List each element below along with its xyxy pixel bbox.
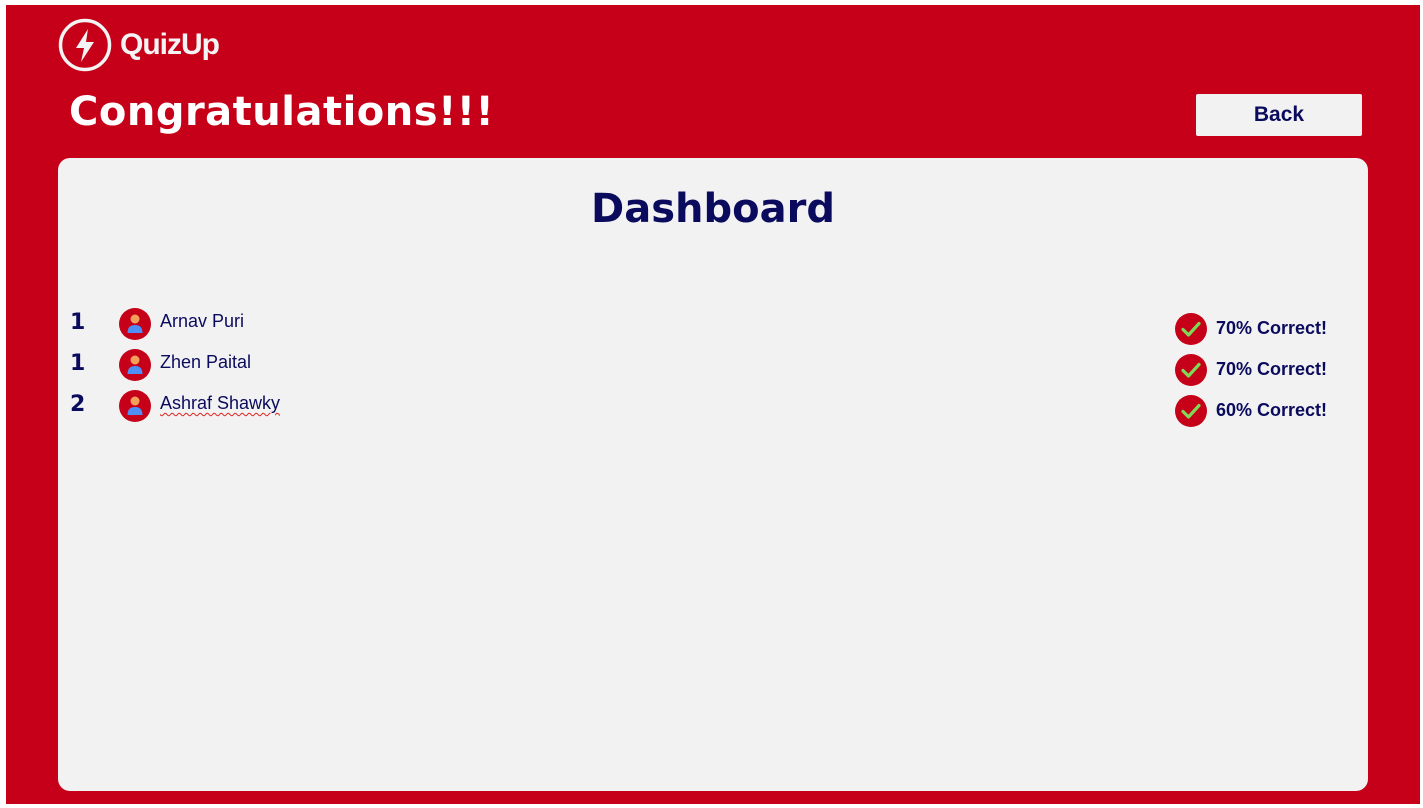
lightning-bolt-icon	[58, 18, 112, 72]
back-button[interactable]: Back	[1196, 94, 1362, 136]
dashboard-panel: Dashboard 1 Arnav Puri 70% Correct! 1 Zh…	[58, 158, 1368, 791]
congratulations-heading: Congratulations!!!	[69, 89, 495, 135]
checkmark-icon	[1175, 354, 1207, 386]
app-window: QuizUp Congratulations!!! Back Dashboard…	[6, 5, 1420, 804]
user-avatar-icon	[119, 390, 151, 422]
player-rank: 2	[70, 392, 86, 417]
quizup-logo[interactable]: QuizUp	[58, 18, 220, 72]
player-name: Ashraf Shawky	[160, 393, 281, 413]
user-avatar-icon	[119, 308, 151, 340]
player-score: 70% Correct!	[1216, 318, 1328, 338]
player-score: 60% Correct!	[1216, 400, 1328, 420]
player-rank: 1	[70, 351, 86, 376]
player-score: 70% Correct!	[1216, 359, 1328, 379]
leaderboard-row: 1 Arnav Puri 70% Correct!	[58, 308, 1368, 345]
leaderboard-row: 2 Ashraf Shawky 60% Correct!	[58, 390, 1368, 427]
player-name: Arnav Puri	[160, 311, 245, 331]
checkmark-icon	[1175, 395, 1207, 427]
dashboard-title: Dashboard	[591, 186, 835, 232]
player-name: Zhen Paital	[160, 352, 252, 372]
checkmark-icon	[1175, 313, 1207, 345]
player-rank: 1	[70, 310, 86, 335]
leaderboard-row: 1 Zhen Paital 70% Correct!	[58, 349, 1368, 386]
brand-name: QuizUp	[120, 28, 220, 61]
user-avatar-icon	[119, 349, 151, 381]
